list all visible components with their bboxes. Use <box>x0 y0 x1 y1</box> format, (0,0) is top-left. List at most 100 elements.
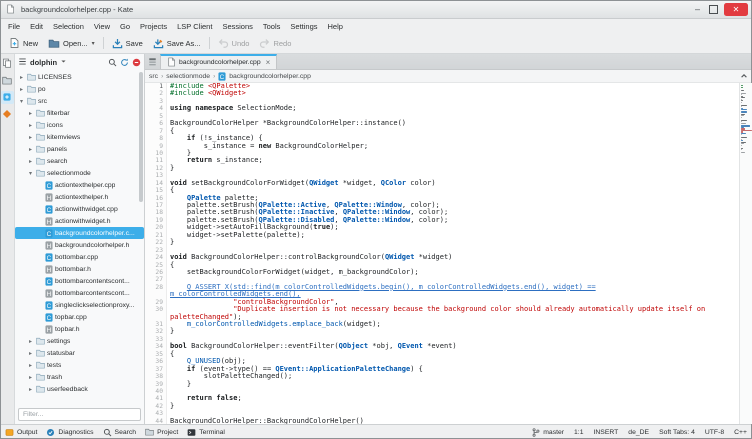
save-as-button[interactable]: Save As... <box>148 36 206 51</box>
expand-arrow-icon[interactable]: ▸ <box>27 134 34 141</box>
tree-file-backgroundcolorhelper-h[interactable]: Hbackgroundcolorhelper.h <box>15 239 144 251</box>
expand-arrow-icon[interactable]: ▸ <box>27 350 34 357</box>
menu-view[interactable]: View <box>89 22 115 31</box>
view-switch-icon[interactable] <box>740 72 748 80</box>
refresh-icon[interactable] <box>120 58 129 67</box>
folder-icon <box>36 133 45 141</box>
filesystem-tool-button[interactable] <box>1 74 14 87</box>
breadcrumb-src[interactable]: src <box>149 73 158 80</box>
tree-folder-trash[interactable]: ▸trash <box>15 371 144 383</box>
tree-folder-statusbar[interactable]: ▸statusbar <box>15 347 144 359</box>
menu-projects[interactable]: Projects <box>135 22 172 31</box>
menu-edit[interactable]: Edit <box>25 22 48 31</box>
menu-settings[interactable]: Settings <box>285 22 322 31</box>
expand-arrow-icon[interactable]: ▸ <box>27 338 34 345</box>
tree-file-actiontexthelper-h[interactable]: Hactiontexthelper.h <box>15 191 144 203</box>
projects-tool-button[interactable] <box>1 91 14 104</box>
status-soft-tabs-4[interactable]: Soft Tabs: 4 <box>659 429 695 436</box>
menu-lsp-client[interactable]: LSP Client <box>172 22 217 31</box>
tree-file-actiontexthelper-cpp[interactable]: Cactiontexthelper.cpp <box>15 179 144 191</box>
expand-arrow-icon[interactable]: ▸ <box>18 86 25 93</box>
minimize-button[interactable]: – <box>692 3 703 16</box>
tree-folder-userfeedback[interactable]: ▸userfeedback <box>15 383 144 395</box>
tree-folder-panels[interactable]: ▸panels <box>15 143 144 155</box>
expand-arrow-icon[interactable]: ▸ <box>27 110 34 117</box>
status-terminal[interactable]: Terminal <box>187 428 225 437</box>
status-1-1[interactable]: 1:1 <box>574 429 583 436</box>
tree-file-singleclickselectionproxy[interactable]: Csingleclickselectionproxy... <box>15 299 144 311</box>
status-project[interactable]: Project <box>145 428 178 436</box>
tree-folder-icons[interactable]: ▸icons <box>15 119 144 131</box>
project-tree-icon[interactable] <box>18 57 27 68</box>
tree-file-actionwithwidget-h[interactable]: Hactionwithwidget.h <box>15 215 144 227</box>
status-master[interactable]: master <box>532 428 564 437</box>
tree-file-bottombarcontentscont[interactable]: Cbottombarcontentscont... <box>15 275 144 287</box>
status-c[interactable]: C++ <box>734 429 747 436</box>
minimap-line <box>741 137 747 138</box>
expand-arrow-icon[interactable]: ▸ <box>27 146 34 153</box>
breadcrumb-selectionmode[interactable]: selectionmode <box>166 73 210 80</box>
menu-tools[interactable]: Tools <box>258 22 286 31</box>
expand-arrow-icon[interactable]: ▸ <box>27 362 34 369</box>
collapse-arrow-icon[interactable]: ▾ <box>18 98 25 105</box>
tree-file-bottombar-cpp[interactable]: Cbottombar.cpp <box>15 251 144 263</box>
expand-arrow-icon[interactable]: ▸ <box>18 74 25 81</box>
tree-folder-src[interactable]: ▾src <box>15 95 144 107</box>
expand-arrow-icon[interactable]: ▸ <box>27 158 34 165</box>
tree-file-bottombarcontentscont[interactable]: Hbottombarcontentscont... <box>15 287 144 299</box>
folder-icon <box>36 157 45 165</box>
expand-arrow-icon[interactable]: ▸ <box>27 374 34 381</box>
tree-folder-kitemviews[interactable]: ▸kitemviews <box>15 131 144 143</box>
menu-file[interactable]: File <box>3 22 25 31</box>
tree-folder-tests[interactable]: ▸tests <box>15 359 144 371</box>
menu-sessions[interactable]: Sessions <box>217 22 257 31</box>
tree-file-actionwithwidget-cpp[interactable]: Cactionwithwidget.cpp <box>15 203 144 215</box>
status-search[interactable]: Search <box>103 428 137 437</box>
project-name[interactable]: dolphin <box>30 58 57 67</box>
folder-icon <box>36 385 45 393</box>
status-insert[interactable]: INSERT <box>593 429 618 436</box>
filter-input[interactable] <box>18 408 141 421</box>
scrollbar-minimap[interactable] <box>739 83 752 424</box>
git-tool-button[interactable] <box>1 108 14 121</box>
tab-backgroundcolorhelper-cpp[interactable]: backgroundcolorhelper.cpp × <box>160 54 277 69</box>
status-de-de[interactable]: de_DE <box>628 429 649 436</box>
breadcrumb-backgroundcolorhelper-cpp[interactable]: backgroundcolorhelper.cpp <box>229 73 311 80</box>
tree-file-topbar-h[interactable]: Htopbar.h <box>15 323 144 335</box>
new-button[interactable]: New <box>4 35 43 51</box>
menu-selection[interactable]: Selection <box>48 22 89 31</box>
tree-folder-filterbar[interactable]: ▸filterbar <box>15 107 144 119</box>
status-utf-8[interactable]: UTF-8 <box>705 429 724 436</box>
cpp-file-icon: C <box>45 205 53 214</box>
status-bar: Output Diagnostics Search Project Terminal m… <box>0 424 752 439</box>
tree-folder-selectionmode[interactable]: ▾selectionmode <box>15 167 144 179</box>
search-icon[interactable] <box>108 58 117 67</box>
maximize-button[interactable] <box>709 5 718 14</box>
menu-go[interactable]: Go <box>115 22 135 31</box>
close-button[interactable]: ✕ <box>724 3 748 16</box>
open-button[interactable]: Open...▾ <box>43 36 100 51</box>
tree-file-topbar-cpp[interactable]: Ctopbar.cpp <box>15 311 144 323</box>
tab-list-icon[interactable] <box>145 54 160 69</box>
close-icon[interactable] <box>132 58 141 67</box>
collapse-arrow-icon[interactable]: ▾ <box>27 170 34 177</box>
tree-folder-licenses[interactable]: ▸LICENSES <box>15 71 144 83</box>
tree-item-label: actiontexthelper.h <box>55 194 108 201</box>
project-selector-arrow-icon[interactable] <box>60 58 67 67</box>
code-text: } <box>167 381 191 388</box>
status-diagnostics[interactable]: Diagnostics <box>46 428 93 437</box>
tree-file-backgroundcolorhelper-c[interactable]: Cbackgroundcolorhelper.c... <box>15 227 144 239</box>
tree-file-bottombar-h[interactable]: Hbottombar.h <box>15 263 144 275</box>
tree-folder-search[interactable]: ▸search <box>15 155 144 167</box>
tree-folder-po[interactable]: ▸po <box>15 83 144 95</box>
expand-arrow-icon[interactable]: ▸ <box>27 122 34 129</box>
tree-folder-settings[interactable]: ▸settings <box>15 335 144 347</box>
tree-scrollbar[interactable] <box>139 72 143 202</box>
expand-arrow-icon[interactable]: ▸ <box>27 386 34 393</box>
save-button[interactable]: Save <box>107 36 148 51</box>
menu-help[interactable]: Help <box>323 22 348 31</box>
documents-tool-button[interactable] <box>1 57 14 70</box>
code-editor[interactable]: 1#include <QPalette>2#include <QWidget>3… <box>145 83 739 424</box>
tab-close-icon[interactable]: × <box>266 58 271 67</box>
status-output[interactable]: Output <box>5 428 37 437</box>
